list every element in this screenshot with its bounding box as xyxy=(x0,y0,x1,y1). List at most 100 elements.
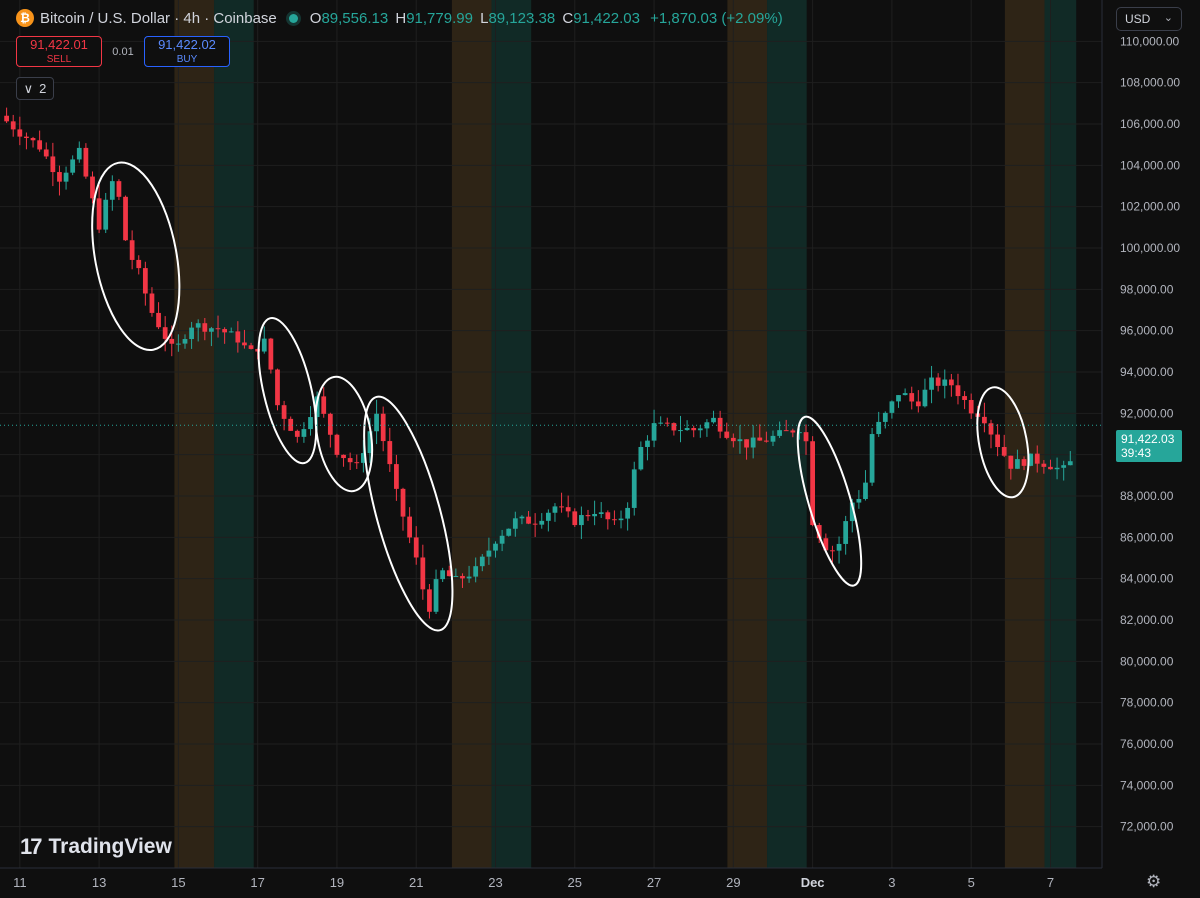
candle-body xyxy=(209,328,214,332)
candle-body xyxy=(764,440,769,442)
candle-body xyxy=(658,422,664,424)
candlestick-series xyxy=(4,107,1073,619)
candle-body xyxy=(30,138,36,141)
candle-body xyxy=(57,172,62,182)
candle-body xyxy=(572,511,578,526)
tradingview-logo[interactable]: 17 TradingView xyxy=(20,834,172,860)
price-tick-label: 88,000.00 xyxy=(1120,489,1174,503)
candle-body xyxy=(909,393,915,402)
candle-body xyxy=(545,512,551,521)
price-tick-label: 78,000.00 xyxy=(1120,696,1174,710)
time-axis: 11 13 15 17 19 21 23 25 27 29 Dec 3 5 7 xyxy=(0,867,1200,898)
candle-body xyxy=(242,342,247,346)
candle-body xyxy=(896,395,901,402)
candle-body xyxy=(466,576,472,579)
candle-body xyxy=(552,506,558,513)
candle-body xyxy=(539,520,545,525)
close-value: 91,422.03 xyxy=(573,9,640,27)
candle-body xyxy=(308,417,313,430)
candle-body xyxy=(50,156,56,173)
buy-label: BUY xyxy=(176,53,198,65)
time-tick-label: 29 xyxy=(726,875,740,890)
price-tick-label: 80,000.00 xyxy=(1120,654,1174,668)
candle-body xyxy=(103,199,109,230)
candle-body xyxy=(645,440,650,447)
candle-body xyxy=(790,430,796,433)
buy-button[interactable]: 91,422.02 BUY xyxy=(144,36,230,67)
candle-body xyxy=(982,416,987,424)
currency-label: USD xyxy=(1125,12,1151,26)
time-tick-label: 11 xyxy=(13,875,27,890)
candle-body xyxy=(162,327,168,339)
symbol-title[interactable]: Bitcoin / U.S. Dollar · 4h · Coinbase xyxy=(40,10,277,27)
price-tick-label: 84,000.00 xyxy=(1120,572,1174,586)
candle-body xyxy=(948,379,954,386)
indicators-toggle-button[interactable]: ∨ 2 xyxy=(16,77,54,100)
candle-body xyxy=(433,579,439,612)
candle-body xyxy=(1048,466,1053,470)
candle-body xyxy=(757,437,763,441)
candle-body xyxy=(96,198,102,230)
candle-body xyxy=(17,129,23,137)
candle-body xyxy=(618,518,624,521)
candle-body xyxy=(321,396,327,414)
currency-selector[interactable]: USD ⌄ xyxy=(1116,7,1182,31)
time-tick-label: 17 xyxy=(250,875,264,890)
candle-body xyxy=(711,417,716,423)
price-chart[interactable]: 72,000.00 74,000.00 76,000.00 78,000.00 80,0… xyxy=(0,0,1200,898)
time-tick-label: 21 xyxy=(409,875,423,890)
candle-body xyxy=(499,535,505,544)
time-tick-label: 25 xyxy=(568,875,582,890)
candle-body xyxy=(10,121,16,130)
session-band xyxy=(1044,0,1077,868)
candle-body xyxy=(863,482,868,499)
low-value: 89,123.38 xyxy=(488,9,556,27)
last-price-value: 91,422.03 xyxy=(1121,432,1175,446)
candle-body xyxy=(149,293,155,313)
candle-body xyxy=(843,521,849,544)
candle-body xyxy=(275,369,280,406)
candle-body xyxy=(512,518,518,529)
candle-body xyxy=(228,331,234,333)
candle-body xyxy=(380,413,386,442)
buy-price: 91,422.02 xyxy=(158,36,216,52)
candle-body xyxy=(526,516,531,524)
session-band xyxy=(174,0,215,868)
candle-body xyxy=(889,401,895,413)
candle-body xyxy=(327,413,333,435)
sell-button[interactable]: 91,422.01 SELL xyxy=(16,36,102,67)
time-tick-label: 7 xyxy=(1047,875,1054,890)
candle-body xyxy=(876,421,882,435)
candle-body xyxy=(929,377,934,390)
market-open-dot-icon xyxy=(288,13,298,23)
candle-body xyxy=(261,338,267,352)
candle-body xyxy=(955,385,961,397)
candle-body xyxy=(202,323,208,332)
price-tick-label: 106,000.00 xyxy=(1120,117,1180,131)
candle-body xyxy=(413,537,419,558)
brand-name: TradingView xyxy=(48,835,172,858)
candle-body xyxy=(486,550,492,557)
candle-body xyxy=(156,312,161,328)
price-tick-label: 72,000.00 xyxy=(1120,820,1174,834)
candle-body xyxy=(142,268,148,294)
indicators-count: 2 xyxy=(39,81,47,96)
price-tick-label: 92,000.00 xyxy=(1120,406,1174,420)
trade-panel: 91,422.01 SELL 0.01 91,422.02 BUY xyxy=(16,36,230,67)
candle-body xyxy=(222,329,228,333)
price-tick-label: 98,000.00 xyxy=(1120,282,1174,296)
price-tick-label: 96,000.00 xyxy=(1120,324,1174,338)
candle-body xyxy=(354,462,360,464)
candle-body xyxy=(962,396,967,401)
candle-body xyxy=(585,515,591,517)
chevron-down-icon: ⌄ xyxy=(1163,12,1173,24)
candle-body xyxy=(341,454,346,459)
candle-body xyxy=(1061,465,1067,468)
candle-body xyxy=(1041,463,1047,467)
candle-body xyxy=(1034,453,1040,464)
price-tick-label: 110,000.00 xyxy=(1120,34,1179,48)
time-tick-label: 15 xyxy=(171,875,185,890)
gear-icon[interactable]: ⚙ xyxy=(1146,872,1161,892)
candle-body xyxy=(129,240,135,260)
candle-body xyxy=(493,543,498,551)
